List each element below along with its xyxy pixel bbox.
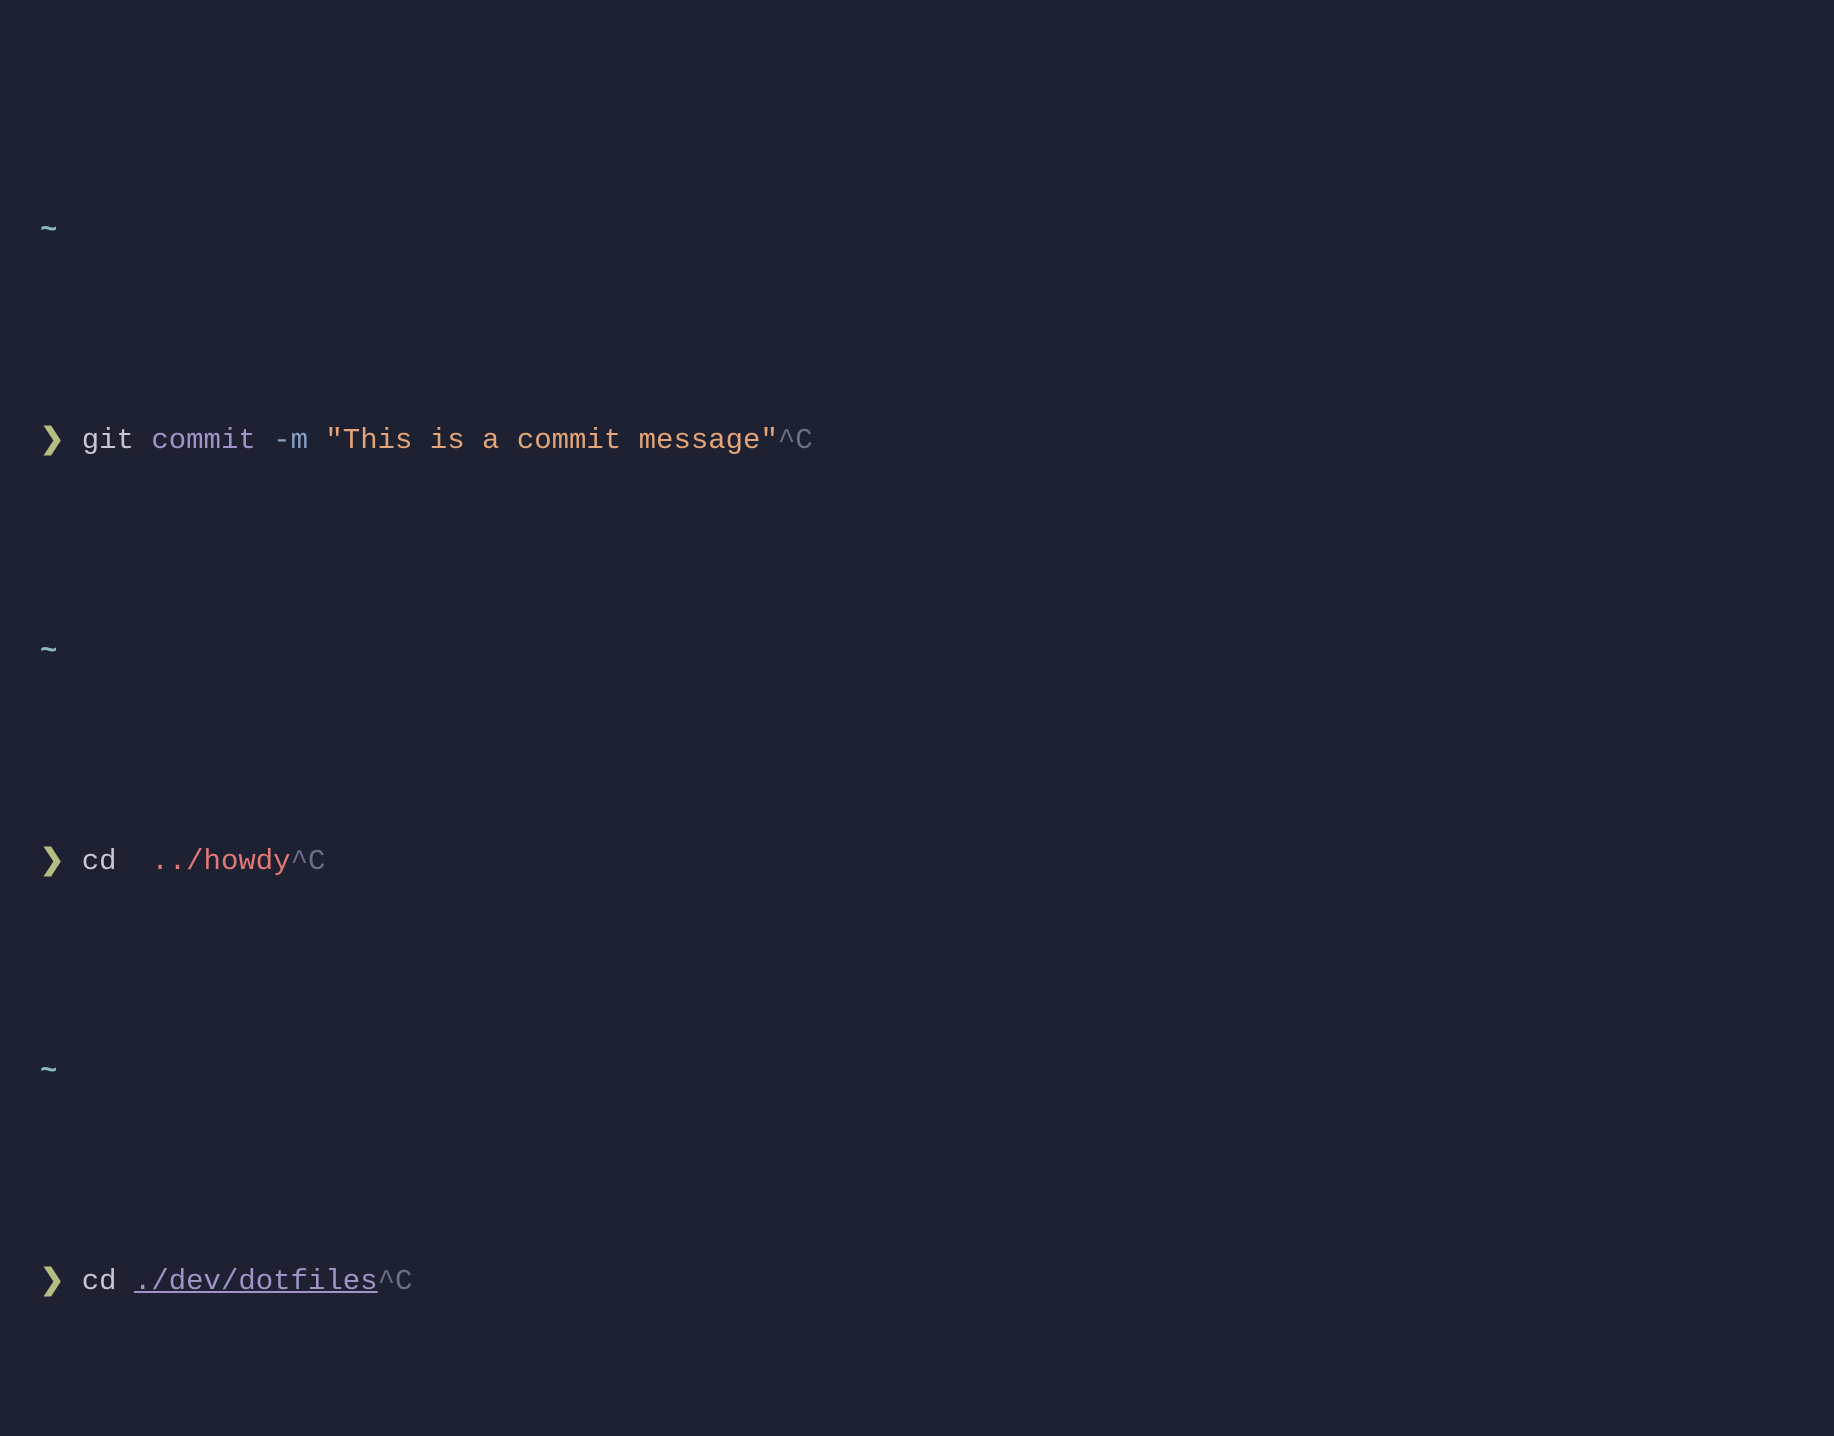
command-token: cd xyxy=(82,845,117,878)
subcommand-token: commit xyxy=(151,424,255,457)
prompt-icon: ❯ xyxy=(40,424,64,457)
path-token: ./dev/dotfiles xyxy=(134,1265,378,1298)
string-token: "This is a commit message" xyxy=(325,424,777,457)
terminal-line: ❯ cd ../howdy^C xyxy=(40,841,1794,883)
terminal-viewport[interactable]: ~ ❯ git commit -m "This is a commit mess… xyxy=(0,0,1834,1436)
home-tilde: ~ xyxy=(40,635,57,668)
ctrl-c-indicator: ^C xyxy=(291,845,326,878)
prompt-icon: ❯ xyxy=(40,845,64,878)
prompt-icon: ❯ xyxy=(40,1265,64,1298)
terminal-line: ~ xyxy=(40,631,1794,673)
command-token: git xyxy=(82,424,134,457)
path-token: ../howdy xyxy=(151,845,290,878)
ctrl-c-indicator: ^C xyxy=(378,1265,413,1298)
terminal-line: ❯ cd ./dev/dotfiles^C xyxy=(40,1261,1794,1303)
ctrl-c-indicator: ^C xyxy=(778,424,813,457)
terminal-line: ❯ git commit -m "This is a commit messag… xyxy=(40,420,1794,462)
command-token: cd xyxy=(82,1265,117,1298)
home-tilde: ~ xyxy=(40,1055,57,1088)
home-tilde: ~ xyxy=(40,214,57,247)
flag-token: -m xyxy=(273,424,308,457)
terminal-line: ~ xyxy=(40,1051,1794,1093)
terminal-line: ~ xyxy=(40,210,1794,252)
